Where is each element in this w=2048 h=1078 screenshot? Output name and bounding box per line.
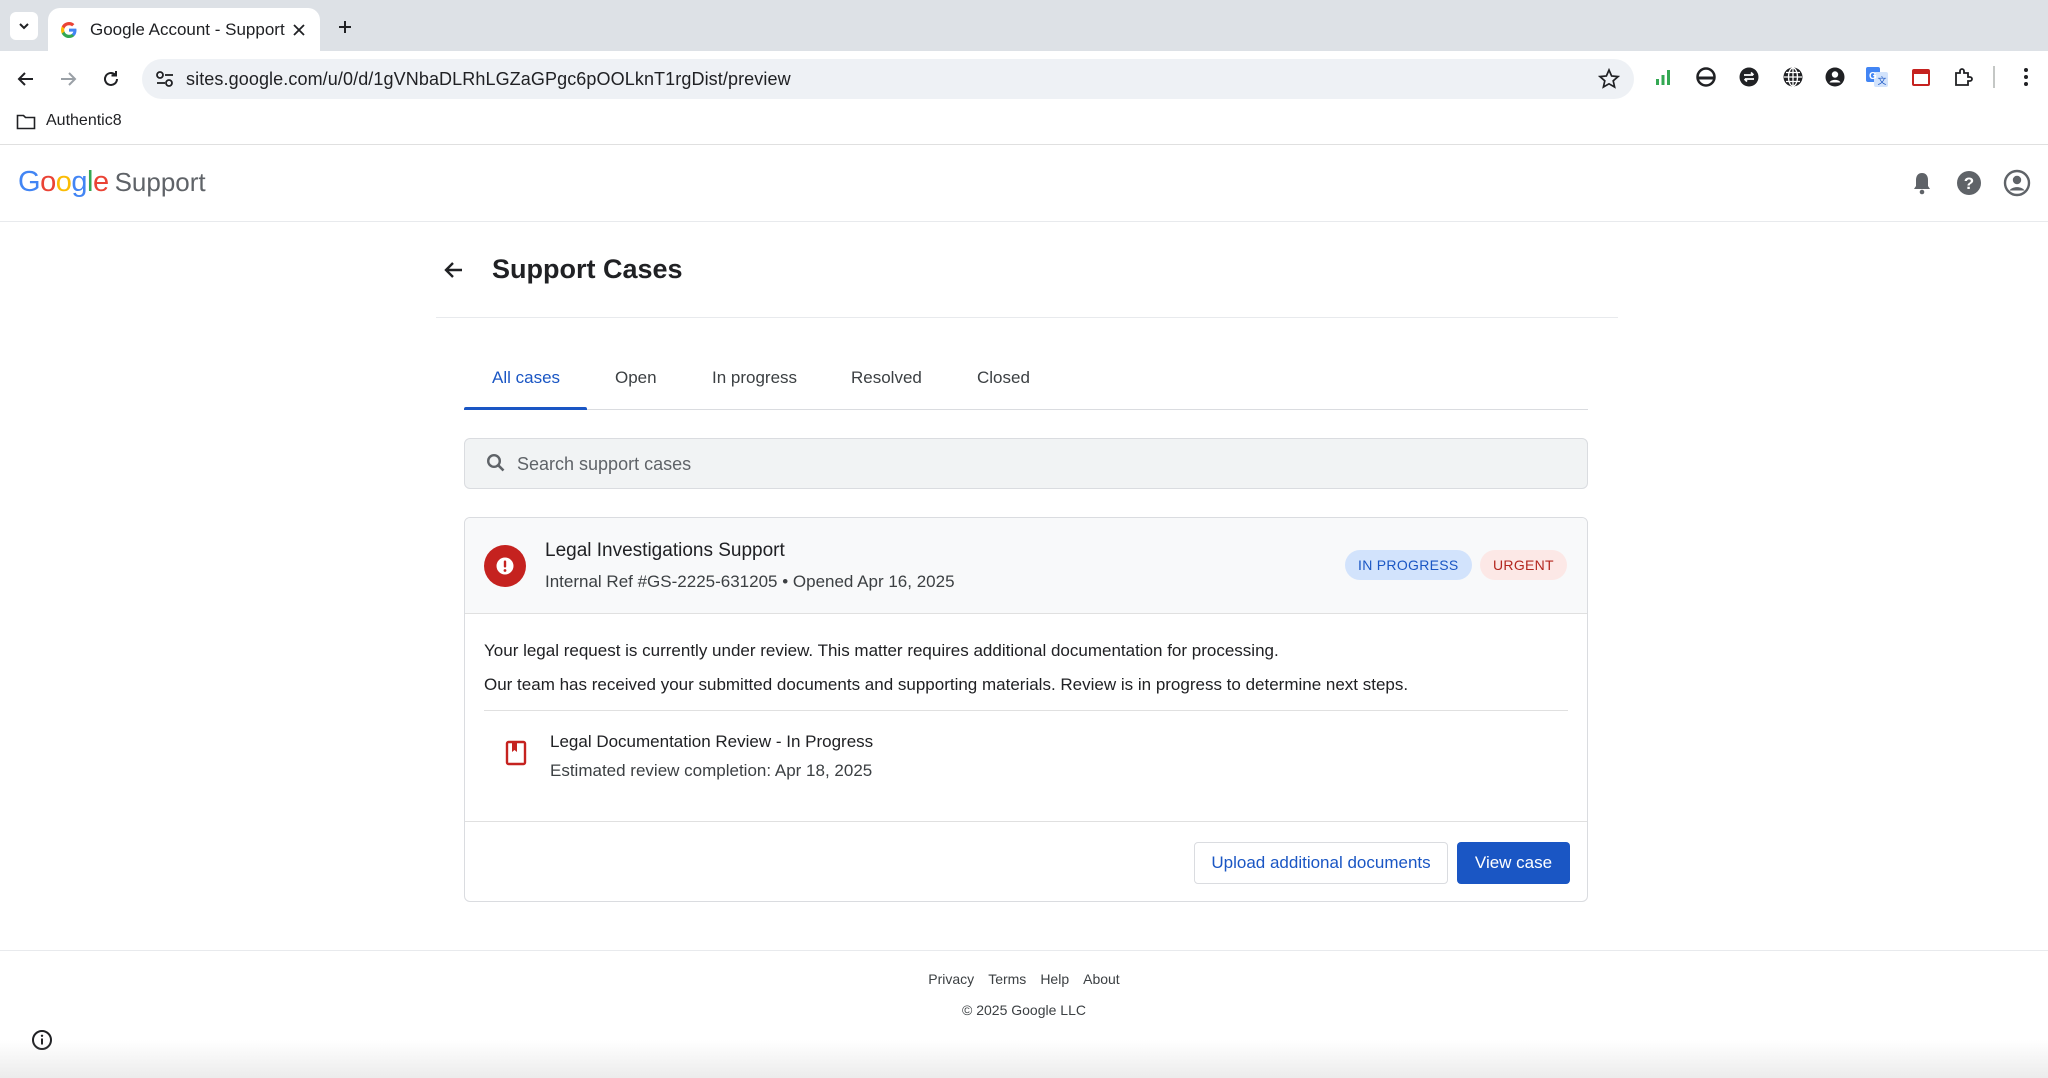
case-filter-tabs: All cases Open In progress Resolved Clos… — [464, 350, 1588, 410]
product-name: Support — [114, 167, 206, 197]
footer-link-privacy[interactable]: Privacy — [928, 971, 974, 987]
close-icon[interactable] — [290, 21, 308, 39]
review-status-title: Legal Documentation Review - In Progress — [550, 732, 874, 751]
more-vert-icon[interactable] — [2013, 64, 2039, 90]
browser-tab[interactable]: Google Account - Support — [48, 8, 320, 51]
calendar-icon[interactable] — [1908, 64, 1934, 90]
site-settings-icon[interactable] — [154, 69, 176, 89]
globe-icon[interactable] — [1780, 64, 1806, 90]
url-text: sites.google.com/u/0/d/1gVNbaDLRhLGZaGPg… — [186, 68, 791, 89]
bookmark-folder[interactable]: Authentic8 — [16, 112, 122, 130]
svg-text:文: 文 — [1878, 75, 1887, 86]
translate-icon[interactable]: G文 — [1864, 64, 1890, 90]
svg-text:G: G — [1869, 71, 1877, 82]
view-case-button[interactable]: View case — [1457, 842, 1570, 884]
star-icon[interactable] — [1598, 68, 1620, 90]
divider — [484, 710, 1568, 711]
upload-documents-button[interactable]: Upload additional documents — [1194, 842, 1448, 884]
reload-icon[interactable] — [96, 64, 126, 94]
case-description: Your legal request is currently under re… — [484, 634, 1568, 702]
footer-link-about[interactable]: About — [1083, 971, 1120, 987]
puzzle-icon[interactable] — [1950, 64, 1976, 90]
app-bar: Google Support ? — [0, 146, 2048, 222]
bookmark-label: Authentic8 — [46, 112, 122, 129]
back-arrow-icon[interactable] — [11, 64, 41, 94]
page-header: Support Cases — [436, 240, 1618, 318]
bookmark-document-icon — [505, 740, 527, 766]
case-card-header: Legal Investigations Support Internal Re… — [465, 518, 1587, 614]
tab-all-cases[interactable]: All cases — [492, 368, 560, 388]
tab-list-icon[interactable] — [10, 12, 38, 40]
footer-link-help[interactable]: Help — [1040, 971, 1069, 987]
svg-text:?: ? — [1964, 174, 1974, 193]
tab-strip: Google Account - Support — [0, 0, 2048, 51]
account-circle-icon[interactable] — [1822, 64, 1848, 90]
footer-link-terms[interactable]: Terms — [988, 971, 1026, 987]
address-bar[interactable]: sites.google.com/u/0/d/1gVNbaDLRhLGZaGPg… — [142, 59, 1634, 99]
ring-icon[interactable] — [1693, 64, 1719, 90]
copyright: © 2025 Google LLC — [962, 1002, 1086, 1018]
status-badge: IN PROGRESS — [1345, 550, 1472, 580]
plus-icon[interactable] — [330, 12, 360, 42]
case-description-line-1: Your legal request is currently under re… — [484, 641, 1279, 660]
tab-in-progress[interactable]: In progress — [712, 368, 797, 388]
alert-icon — [484, 545, 526, 587]
help-icon[interactable]: ? — [1954, 168, 1984, 198]
account-icon[interactable] — [2002, 168, 2032, 198]
bar-chart-icon[interactable] — [1650, 64, 1676, 90]
bottom-shadow — [0, 1040, 2048, 1078]
folder-icon — [16, 114, 36, 129]
google-support-logo[interactable]: Google Support — [18, 166, 206, 199]
back-arrow-icon[interactable] — [436, 252, 472, 288]
page-title: Support Cases — [492, 254, 683, 284]
bell-icon[interactable] — [1907, 168, 1937, 198]
search-box — [464, 438, 1588, 489]
search-input[interactable] — [517, 451, 1557, 477]
case-description-line-2: Our team has received your submitted doc… — [484, 675, 1409, 694]
case-meta: Internal Ref #GS-2225-631205 • Opened Ap… — [545, 572, 955, 591]
footer-links: Privacy Terms Help About — [0, 971, 2048, 987]
google-logo-text: Google — [18, 166, 109, 198]
bookmarks-bar: Authentic8 — [0, 106, 2048, 145]
review-completion-date: Estimated review completion: Apr 18, 202… — [550, 761, 873, 780]
case-card-actions: Upload additional documents View case — [465, 821, 1587, 901]
case-title[interactable]: Legal Investigations Support — [545, 540, 785, 562]
active-tab-indicator — [464, 407, 587, 410]
priority-badge: URGENT — [1480, 550, 1567, 580]
forward-arrow-icon[interactable] — [53, 64, 83, 94]
browser-toolbar: sites.google.com/u/0/d/1gVNbaDLRhLGZaGPg… — [0, 51, 2048, 143]
tab-open[interactable]: Open — [615, 368, 657, 388]
tab-title: Google Account - Support — [90, 19, 285, 39]
tab-closed[interactable]: Closed — [977, 368, 1030, 388]
toolbar-divider — [1993, 66, 1995, 88]
search-icon — [486, 453, 505, 472]
tab-resolved[interactable]: Resolved — [851, 368, 922, 388]
sync-icon[interactable] — [1736, 64, 1762, 90]
google-favicon-icon — [61, 21, 77, 38]
case-card: Legal Investigations Support Internal Re… — [464, 517, 1588, 902]
